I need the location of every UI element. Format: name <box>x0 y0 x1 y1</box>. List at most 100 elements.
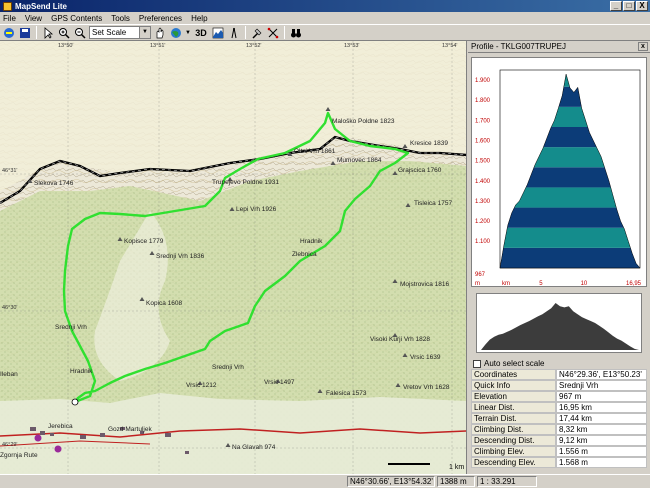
globe-icon[interactable] <box>169 26 183 40</box>
minimize-button[interactable]: _ <box>610 1 622 11</box>
info-row: Coordinates N46°29.36', E13°50.23' <box>471 369 647 380</box>
pan-hand-icon[interactable] <box>153 26 167 40</box>
close-button[interactable]: X <box>636 1 648 11</box>
info-key: Terrain Dist. <box>471 413 556 424</box>
scale-select-value: Set Scale <box>92 28 127 37</box>
profile-band <box>500 227 640 248</box>
info-row: Descending Dist. 9,12 km <box>471 435 647 446</box>
compass-icon[interactable] <box>227 26 241 40</box>
y-tick-label: 1.300 <box>475 199 491 205</box>
info-value: 1.568 m <box>556 457 647 468</box>
status-coordinates: N46°30.66', E13°54.32' <box>347 476 435 487</box>
place-label: Falesica 1573 <box>326 390 367 397</box>
status-bar: N46°30.66', E13°54.32' 1388 m 1 : 33.291 <box>0 474 650 488</box>
place-label: Lepi Vrh 1926 <box>236 206 277 213</box>
elevation-profile-chart[interactable]: 1.900 1.800 1.700 1.600 1.500 1.400 1.300 1.200… <box>471 57 647 287</box>
place-label: Vrsic 1497 <box>264 379 295 386</box>
auto-select-scale-row[interactable]: Auto select scale <box>473 359 544 368</box>
map-view[interactable]: Maloško Poldne 1823 Oltni Vrh 1861 Kresi… <box>0 41 467 474</box>
profile-chart-icon[interactable] <box>211 26 225 40</box>
binoculars-icon[interactable] <box>289 26 303 40</box>
info-row: Linear Dist. 16,95 km <box>471 402 647 413</box>
window-title: MapSend Lite <box>15 1 68 11</box>
info-value: 16,95 km <box>556 402 647 413</box>
profile-band <box>500 247 640 268</box>
status-scale: 1 : 33.291 <box>477 476 537 487</box>
lat-label: 46°30' <box>2 305 18 311</box>
lat-label: 46°31' <box>2 168 18 174</box>
auto-select-label: Auto select scale <box>484 359 545 368</box>
y-tick-label: 1.800 <box>475 98 491 104</box>
place-label: Slekova 1746 <box>34 180 74 187</box>
route-icon[interactable] <box>266 26 280 40</box>
maximize-button[interactable]: □ <box>623 1 635 11</box>
auto-select-checkbox[interactable] <box>473 359 481 368</box>
info-row: Terrain Dist. 17,44 km <box>471 413 647 424</box>
menu-view[interactable]: View <box>25 14 42 23</box>
y-tick-label: 1.400 <box>475 179 491 185</box>
elevation-profile-svg: 1.900 1.800 1.700 1.600 1.500 1.400 1.300 1.200… <box>475 69 642 287</box>
place-label: Srednji Vrh 1836 <box>156 253 205 260</box>
place-label: Maloško Poldne 1823 <box>332 118 395 125</box>
place-label: Mumovec 1864 <box>337 157 382 164</box>
y-tick-label: 1.500 <box>475 159 491 165</box>
y-tick-label: 1.200 <box>475 219 491 225</box>
status-elevation: 1388 m <box>437 476 475 487</box>
svg-text:1 km: 1 km <box>449 464 464 471</box>
profile-panel: Profile - TKLG007TRUPEJ x 1.900 1.800 1.70… <box>468 41 650 474</box>
overview-area <box>481 303 639 350</box>
menu-help[interactable]: Help <box>191 14 207 23</box>
place-label: Srednji Vrh <box>212 364 244 371</box>
y-unit-label: m <box>475 281 480 287</box>
menu-preferences[interactable]: Preferences <box>139 14 182 23</box>
app-icon <box>3 1 12 11</box>
place-label: Gozd Martuljek <box>108 426 152 433</box>
select-arrow-icon[interactable] <box>41 26 55 40</box>
globe-dropdown-icon[interactable]: ▼ <box>185 26 191 40</box>
waypoint-pin-icon[interactable] <box>250 26 264 40</box>
y-tick-label: 1.700 <box>475 118 491 124</box>
lon-label: 13°51' <box>150 43 166 49</box>
info-value: N46°29.36', E13°50.23' <box>556 369 647 380</box>
place-label: Vrsic 1639 <box>410 354 441 361</box>
open-icon[interactable] <box>2 26 16 40</box>
info-value: 1.556 m <box>556 446 647 457</box>
scale-select[interactable]: Set Scale ▼ <box>89 26 151 39</box>
lon-label: 13°52' <box>246 43 262 49</box>
place-label: Mojstrovica 1816 <box>400 281 450 288</box>
info-row: Climbing Elev. 1.556 m <box>471 446 647 457</box>
place-label: Zgornja Rute <box>0 452 38 459</box>
profile-title: Profile - TKLG007TRUPEJ <box>471 42 566 51</box>
lon-label: 13°53' <box>344 43 360 49</box>
menu-tools[interactable]: Tools <box>111 14 130 23</box>
place-label: Hradnik <box>70 368 93 375</box>
map-canvas[interactable]: Maloško Poldne 1823 Oltni Vrh 1861 Kresi… <box>0 41 467 474</box>
close-icon[interactable]: x <box>638 42 648 51</box>
info-row: Elevation 967 m <box>471 391 647 402</box>
profile-panel-header: Profile - TKLG007TRUPEJ x <box>468 41 650 53</box>
info-row: Descending Elev. 1.568 m <box>471 457 647 468</box>
zoom-in-icon[interactable] <box>57 26 71 40</box>
info-value: Srednji Vrh <box>556 380 647 391</box>
place-label: Na Glavah 974 <box>232 444 276 451</box>
toolbar: Set Scale ▼ ▼ 3D <box>0 24 650 41</box>
x-unit-label: km <box>502 281 510 287</box>
info-key: Linear Dist. <box>471 402 556 413</box>
y-min-label: 967 <box>475 272 486 278</box>
y-tick-label: 1.600 <box>475 138 491 144</box>
zoom-out-icon[interactable] <box>73 26 87 40</box>
info-key: Descending Elev. <box>471 457 556 468</box>
info-value: 967 m <box>556 391 647 402</box>
info-key: Quick Info <box>471 380 556 391</box>
y-tick-label: 1.900 <box>475 78 491 84</box>
save-icon[interactable] <box>18 26 32 40</box>
place-label: Zlebnica <box>292 251 317 258</box>
chevron-down-icon: ▼ <box>139 27 150 38</box>
profile-overview[interactable] <box>476 293 642 353</box>
place-label: Vrsic 1212 <box>186 382 217 389</box>
info-value: 9,12 km <box>556 435 647 446</box>
menu-file[interactable]: File <box>3 14 16 23</box>
menu-gps-contents[interactable]: GPS Contents <box>51 14 102 23</box>
place-label: Srednji Vrh <box>55 324 87 331</box>
3d-button[interactable]: 3D <box>193 26 209 40</box>
